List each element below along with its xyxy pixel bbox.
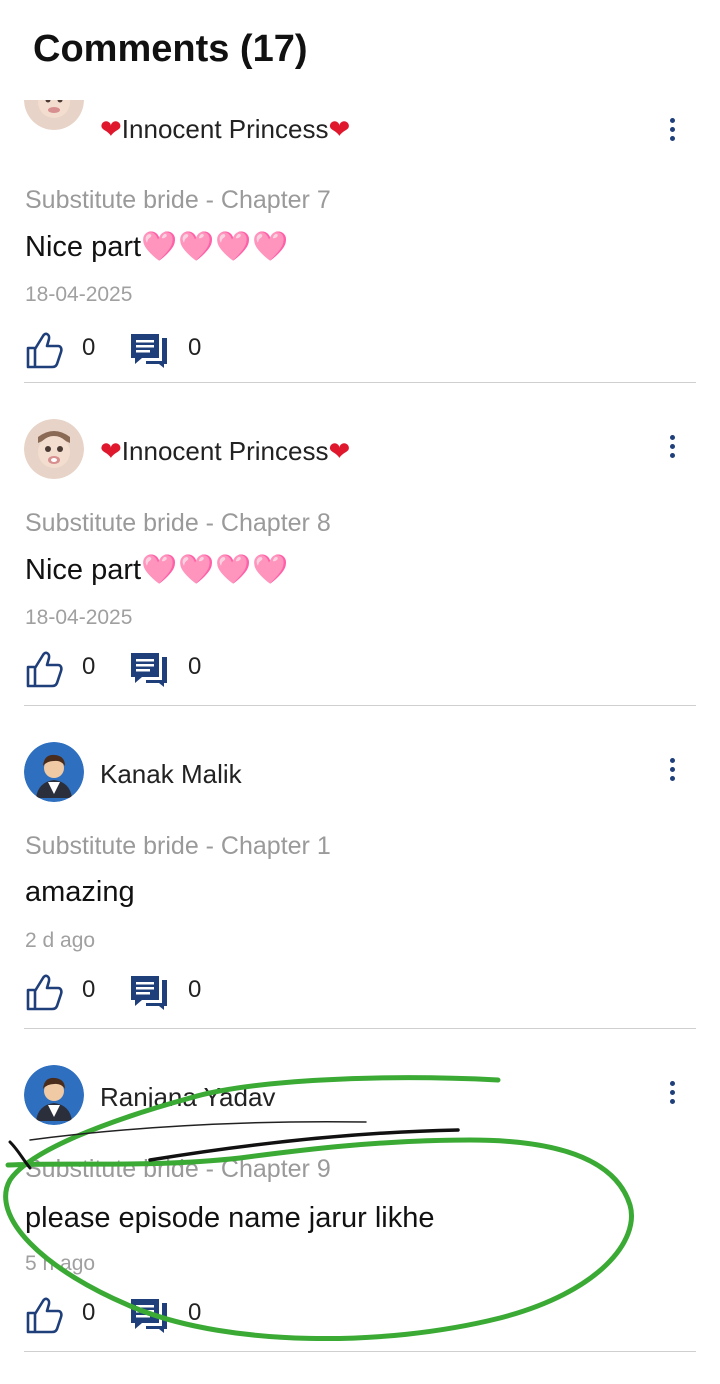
username-text: Innocent Princess [121, 436, 329, 466]
divider [24, 1028, 696, 1029]
username[interactable]: Ranjana Yadav [100, 1082, 275, 1113]
divider [24, 382, 696, 383]
thumbs-up-icon[interactable] [24, 1295, 64, 1335]
username-text: Innocent Princess [121, 114, 329, 144]
comment-text: Nice part🩷🩷🩷🩷 [25, 554, 290, 586]
more-options-icon[interactable] [662, 1077, 682, 1117]
reply-count: 0 [188, 334, 202, 361]
comment-text: Nice part🩷🩷🩷🩷 [25, 231, 290, 263]
avatar[interactable] [24, 419, 84, 479]
like-count: 0 [82, 976, 96, 1003]
avatar[interactable] [24, 1065, 84, 1125]
chapter-label[interactable]: Substitute bride - Chapter 9 [25, 1155, 331, 1184]
like-count: 0 [82, 1299, 96, 1326]
avatar[interactable] [24, 742, 84, 802]
chapter-label[interactable]: Substitute bride - Chapter 7 [25, 186, 331, 215]
comment-text: please episode name jarur likhe [25, 1202, 435, 1234]
comments-header: Comments (17) [0, 0, 720, 100]
comment-item: Ranjana Yadav Substitute bride - Chapter… [0, 1065, 720, 1384]
reply-icon[interactable] [128, 330, 170, 370]
chapter-label[interactable]: Substitute bride - Chapter 1 [25, 832, 331, 861]
comment-item: ❤Innocent Princess❤ Substitute bride - C… [0, 70, 720, 419]
comment-date: 18-04-2025 [25, 606, 133, 629]
username[interactable]: Kanak Malik [100, 759, 242, 790]
more-options-icon[interactable] [662, 754, 682, 794]
comment-date: 5 h ago [25, 1252, 96, 1275]
more-options-icon[interactable] [662, 431, 682, 471]
thumbs-up-icon[interactable] [24, 649, 64, 689]
username[interactable]: ❤Innocent Princess❤ [100, 436, 350, 467]
username-text: Ranjana Yadav [100, 1082, 276, 1112]
comment-date: 2 d ago [25, 929, 96, 952]
comment-item: Kanak Malik Substitute bride - Chapter 1… [0, 742, 720, 1065]
pink-heart-emoji: 🩷🩷🩷🩷 [141, 231, 290, 263]
divider [24, 705, 696, 706]
heart-icon: ❤ [100, 436, 122, 466]
more-options-icon[interactable] [662, 114, 682, 154]
username[interactable]: ❤Innocent Princess❤ [100, 114, 350, 145]
comment-date: 18-04-2025 [25, 283, 133, 306]
username-text: Kanak Malik [100, 759, 242, 789]
heart-icon: ❤ [328, 436, 351, 466]
comment-list[interactable]: ❤Innocent Princess❤ Substitute bride - C… [0, 0, 720, 1384]
heart-icon: ❤ [100, 114, 122, 144]
comment-text: amazing [25, 876, 135, 908]
like-count: 0 [82, 653, 96, 680]
reply-icon[interactable] [128, 649, 170, 689]
heart-icon: ❤ [328, 114, 351, 144]
thumbs-up-icon[interactable] [24, 330, 64, 370]
chapter-label[interactable]: Substitute bride - Chapter 8 [25, 509, 331, 538]
reply-count: 0 [188, 976, 202, 1003]
reply-icon[interactable] [128, 1295, 170, 1335]
comment-item: ❤Innocent Princess❤ Substitute bride - C… [0, 419, 720, 742]
reply-count: 0 [188, 653, 202, 680]
reply-count: 0 [188, 1299, 202, 1326]
pink-heart-emoji: 🩷🩷🩷🩷 [141, 554, 290, 586]
divider [24, 1351, 696, 1352]
like-count: 0 [82, 334, 96, 361]
page-title: Comments (17) [33, 28, 308, 70]
reply-icon[interactable] [128, 972, 170, 1012]
thumbs-up-icon[interactable] [24, 972, 64, 1012]
